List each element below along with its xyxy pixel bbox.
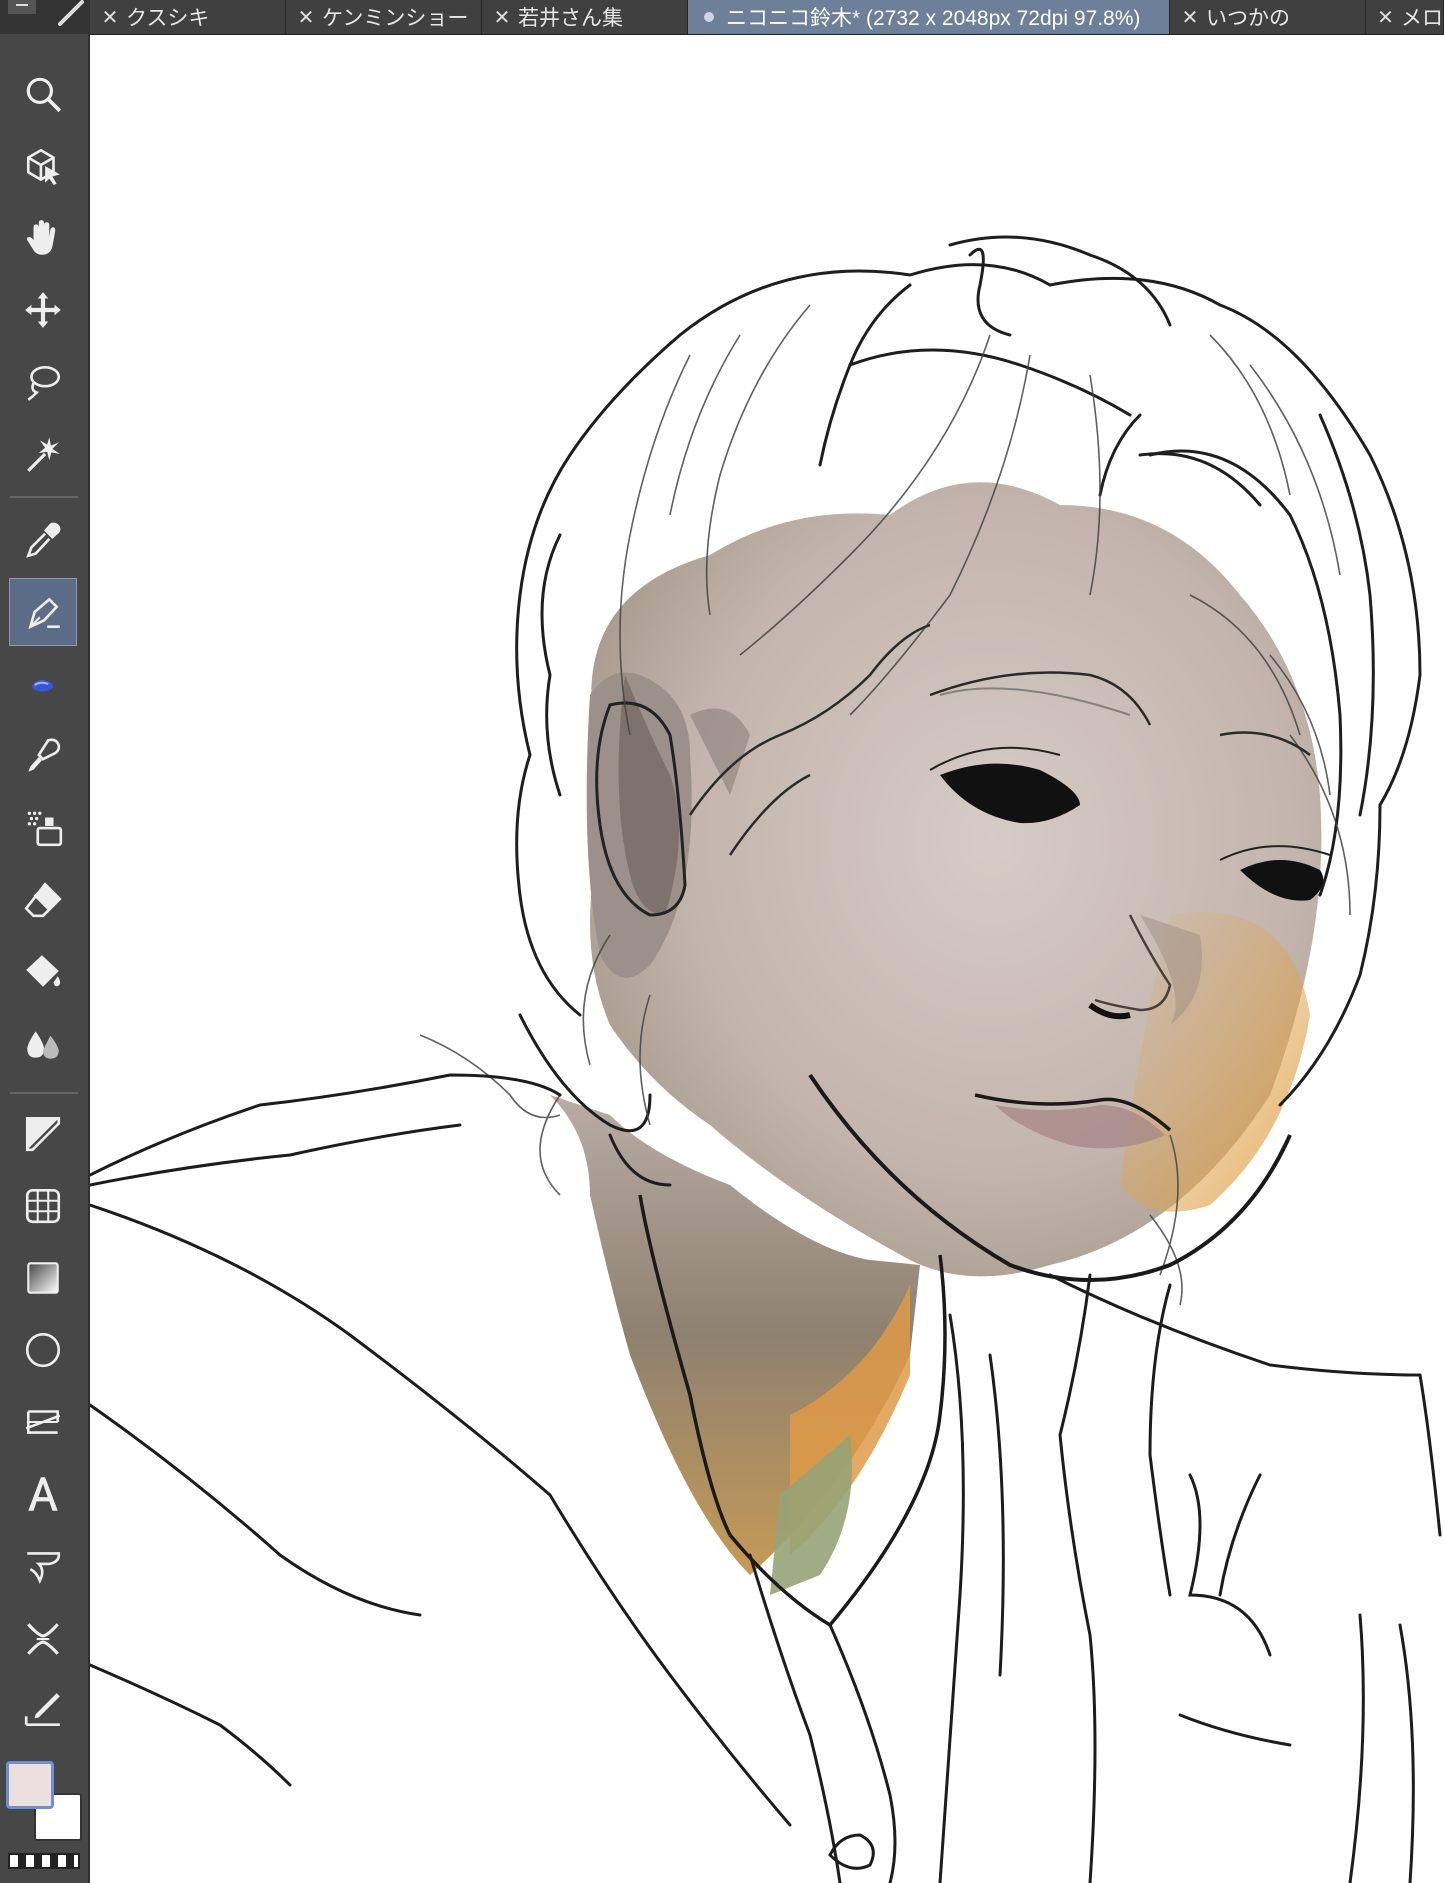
tab-label: メロ [1401, 7, 1443, 30]
tool-eraser[interactable] [9, 866, 77, 934]
correct-line-icon [27, 1623, 59, 1655]
close-icon[interactable]: ✕ [1374, 5, 1397, 30]
tool-zoom[interactable] [9, 60, 77, 128]
tool-brush[interactable] [9, 722, 77, 790]
eyedropper-icon [26, 522, 61, 558]
blend-icon [27, 1031, 59, 1059]
tab-kenmin-show[interactable]: ✕ ケンミンショー [286, 0, 482, 34]
magic-wand-icon [27, 437, 60, 472]
shape-ellipse-icon [25, 1332, 61, 1368]
tool-frame-border[interactable] [9, 1100, 77, 1168]
tool-text[interactable] [9, 1460, 77, 1528]
unsaved-dot-icon [704, 12, 714, 22]
tool-layer-move[interactable] [9, 1388, 77, 1456]
menu-icon[interactable] [0, 0, 90, 34]
tab-label: ケンミンショー [322, 7, 469, 30]
draw-line-icon [24, 1693, 60, 1727]
illustration [90, 235, 1442, 1883]
lasso-icon [27, 365, 61, 401]
tab-label: ニコニコ鈴木* (2732 x 2048px 72dpi 97.8%) [726, 7, 1141, 30]
tool-lasso[interactable] [9, 348, 77, 416]
close-icon[interactable]: ✕ [294, 5, 318, 30]
document-tab-bar: ✕ クスシキ ✕ ケンミンショー ✕ 若井さん集 ニコニコ鈴木* (2732 x… [0, 0, 1444, 35]
hand-icon [26, 220, 56, 255]
toolbox-divider [10, 1092, 78, 1094]
tool-pencil[interactable] [9, 650, 77, 718]
tool-fill[interactable] [9, 938, 77, 1006]
tool-ruler[interactable] [9, 1172, 77, 1240]
tool-eyedropper[interactable] [9, 506, 77, 574]
tool-gradient[interactable] [9, 1244, 77, 1312]
tab-label: クスシキ [126, 7, 210, 30]
eraser-icon [24, 882, 62, 918]
tab-kusushiki[interactable]: ✕ クスシキ [90, 0, 286, 34]
airbrush-icon [27, 811, 63, 847]
balloon-icon [27, 1552, 61, 1584]
tab-mero[interactable]: ✕ メロ [1366, 0, 1444, 34]
tool-shape[interactable] [9, 1316, 77, 1384]
tool-magic-wand[interactable] [9, 420, 77, 488]
tab-itsukano[interactable]: ✕ いつかの [1170, 0, 1366, 34]
foreground-color-swatch[interactable] [6, 1761, 54, 1809]
tab-label: いつかの [1206, 7, 1290, 30]
toolbox-divider [10, 496, 78, 498]
frame-border-icon [25, 1116, 61, 1152]
tool-airbrush[interactable] [9, 794, 77, 862]
layer-move-icon [25, 1410, 61, 1434]
tool-pen[interactable] [9, 578, 77, 646]
brush-icon [28, 738, 61, 772]
tool-move[interactable] [9, 276, 77, 344]
tool-balloon[interactable] [9, 1532, 77, 1600]
text-icon [28, 1477, 58, 1511]
tab-wakai-san[interactable]: ✕ 若井さん集 [482, 0, 688, 34]
pencil-icon [31, 679, 54, 692]
close-icon[interactable]: ✕ [490, 5, 514, 30]
object-select-icon [26, 148, 60, 185]
ruler-icon [25, 1188, 61, 1224]
gradient-icon [27, 1262, 59, 1294]
tool-blend[interactable] [9, 1010, 77, 1078]
tool-draw-line[interactable] [9, 1676, 77, 1744]
move-icon [25, 292, 61, 328]
color-swatches [0, 1761, 88, 1883]
fill-icon [26, 955, 61, 987]
tab-label: 若井さん集 [518, 7, 623, 30]
close-icon[interactable]: ✕ [98, 5, 122, 30]
tool-correct-line[interactable] [9, 1604, 77, 1672]
drawing-canvas[interactable] [90, 35, 1444, 1883]
zoom-icon [26, 77, 62, 113]
tool-object[interactable] [9, 132, 77, 200]
transparent-color-swatch[interactable] [8, 1853, 80, 1869]
toolbox [0, 34, 90, 1883]
pen-icon [28, 597, 60, 630]
tool-hand[interactable] [9, 204, 77, 272]
tab-bar-menu[interactable] [0, 0, 90, 34]
tab-niconico-suzuki[interactable]: ニコニコ鈴木* (2732 x 2048px 72dpi 97.8%) [688, 0, 1170, 34]
close-icon[interactable]: ✕ [1178, 5, 1202, 30]
